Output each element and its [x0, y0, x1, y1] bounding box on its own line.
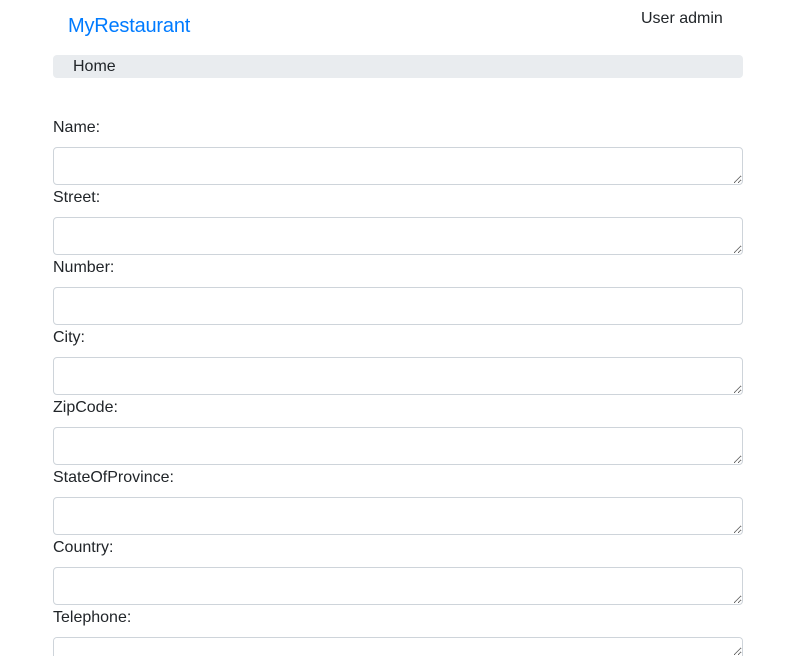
- breadcrumb: Home: [53, 55, 743, 78]
- city-label: City:: [53, 329, 85, 346]
- name-label: Name:: [53, 119, 101, 136]
- breadcrumb-item-home[interactable]: Home: [73, 58, 116, 76]
- number-field[interactable]: [53, 287, 743, 325]
- zipcode-label: ZipCode:: [53, 399, 118, 416]
- page: MyRestaurant User admin Home Name: Stree…: [0, 0, 790, 656]
- telephone-field[interactable]: [53, 637, 743, 656]
- state-of-province-field[interactable]: [53, 497, 743, 535]
- country-label: Country:: [53, 539, 114, 556]
- zipcode-field[interactable]: [53, 427, 743, 465]
- name-field[interactable]: [53, 147, 743, 185]
- telephone-label: Telephone:: [53, 609, 132, 626]
- country-field[interactable]: [53, 567, 743, 605]
- navbar-brand[interactable]: MyRestaurant: [68, 15, 190, 38]
- number-label: Number:: [53, 259, 115, 276]
- street-field[interactable]: [53, 217, 743, 255]
- street-label: Street:: [53, 189, 101, 206]
- state-of-province-label: StateOfProvince:: [53, 469, 174, 486]
- city-field[interactable]: [53, 357, 743, 395]
- user-label[interactable]: User admin: [641, 10, 723, 28]
